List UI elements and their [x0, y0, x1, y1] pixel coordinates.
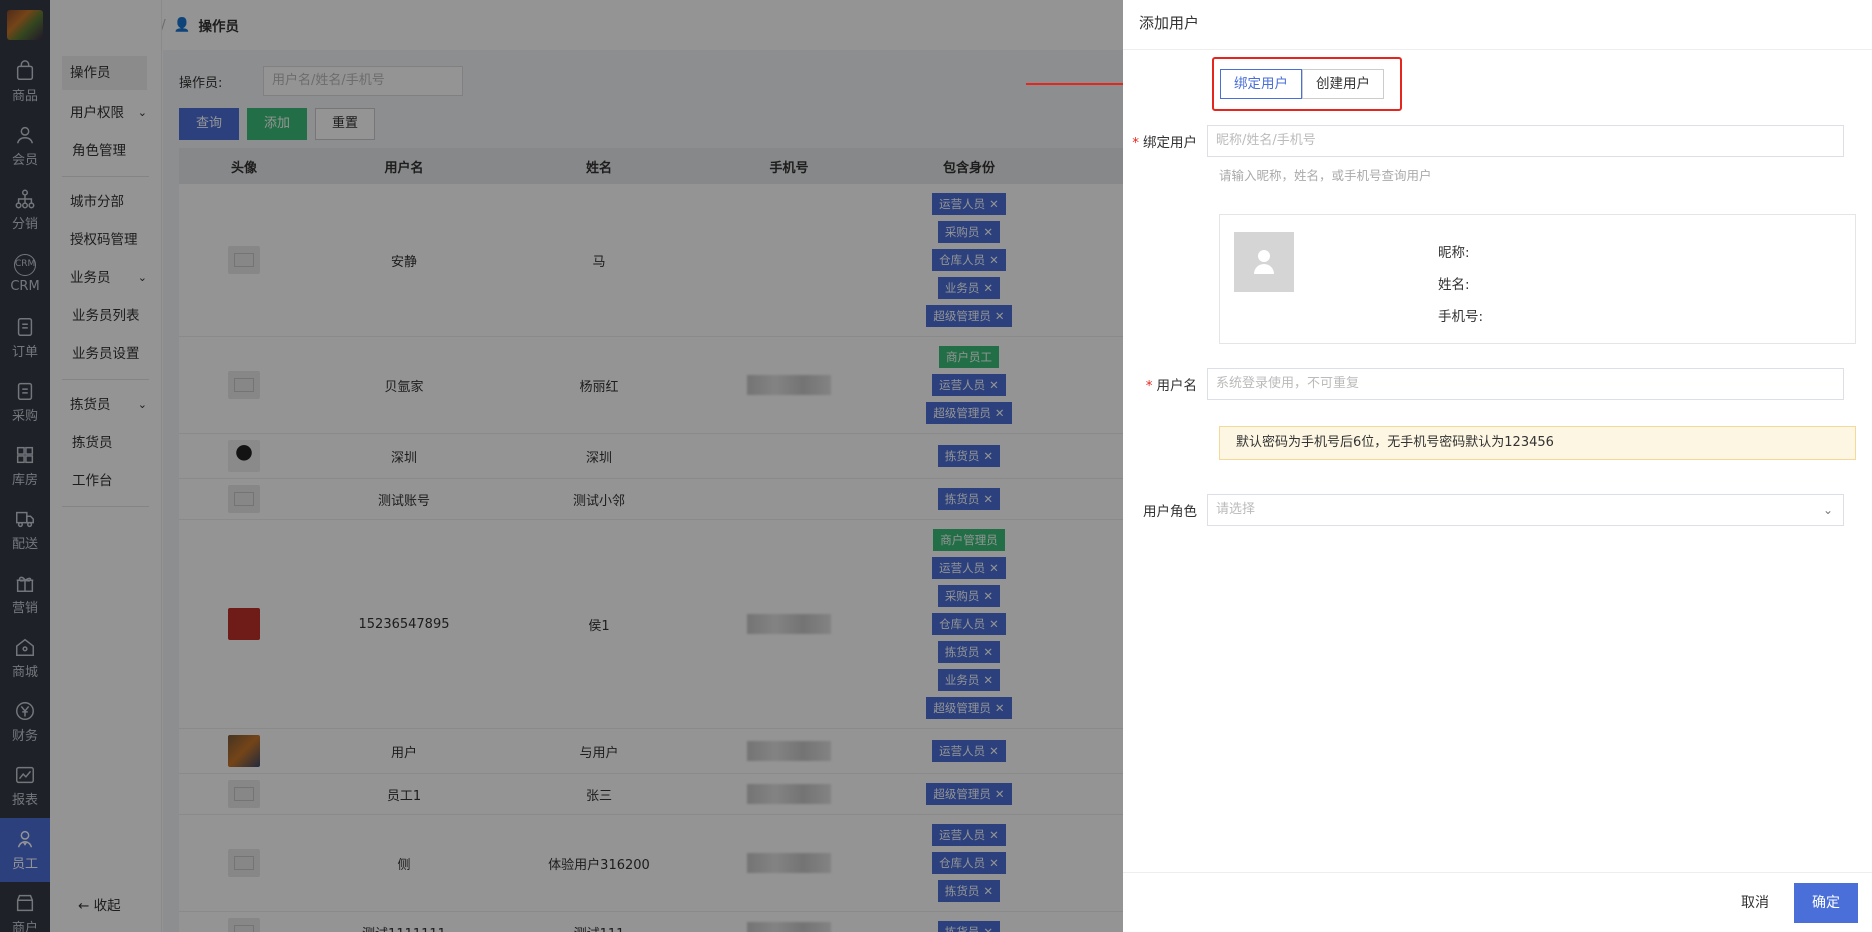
nickname-label: 昵称:: [1438, 245, 1470, 261]
bind-user-hint: 请输入昵称，姓名，或手机号查询用户: [1219, 168, 1432, 183]
name-label: 姓名:: [1438, 277, 1470, 293]
role-select[interactable]: 请选择 ⌄: [1207, 494, 1844, 526]
username-row: * 用户名 系统登录使用，不可重复: [1123, 368, 1844, 400]
cancel-button[interactable]: 取消: [1731, 883, 1779, 923]
confirm-button[interactable]: 确定: [1794, 883, 1858, 923]
default-password-notice: 默认密码为手机号后6位，无手机号密码默认为123456: [1219, 426, 1856, 460]
username-label: * 用户名: [1123, 374, 1207, 394]
modal-overlay[interactable]: [0, 0, 1123, 932]
bind-user-label: * 绑定用户: [1123, 131, 1207, 151]
role-row: 用户角色 请选择 ⌄: [1123, 494, 1844, 526]
user-preview-card: 昵称: 姓名: 手机号:: [1219, 214, 1856, 344]
username-input[interactable]: 系统登录使用，不可重复: [1207, 368, 1844, 400]
label-text: 用户名: [1156, 378, 1198, 394]
avatar-placeholder-icon: [1234, 232, 1294, 292]
mode-tabs-highlight: 绑定用户 创建用户: [1212, 57, 1402, 111]
role-label: 用户角色: [1143, 504, 1197, 520]
chevron-down-icon: ⌄: [1822, 503, 1833, 517]
bind-user-input[interactable]: 昵称/姓名/手机号: [1207, 125, 1844, 157]
user-preview-info: 昵称: 姓名: 手机号:: [1438, 237, 1483, 333]
label-text: 绑定用户: [1143, 135, 1197, 151]
drawer-footer: 取消 确定: [1123, 872, 1872, 932]
drawer-title: 添加用户: [1123, 0, 1872, 50]
tab-bind-user[interactable]: 绑定用户: [1220, 69, 1302, 99]
phone-label: 手机号:: [1438, 309, 1484, 325]
role-placeholder: 请选择: [1216, 502, 1256, 517]
bind-user-row: * 绑定用户 昵称/姓名/手机号: [1123, 125, 1844, 157]
required-marker: *: [1132, 135, 1139, 151]
add-user-drawer: 添加用户 绑定用户 创建用户 * 绑定用户 昵称/姓名/手机号 请输入昵称，姓名，…: [1123, 0, 1872, 932]
required-marker: *: [1145, 378, 1153, 394]
tab-create-user[interactable]: 创建用户: [1302, 69, 1384, 99]
